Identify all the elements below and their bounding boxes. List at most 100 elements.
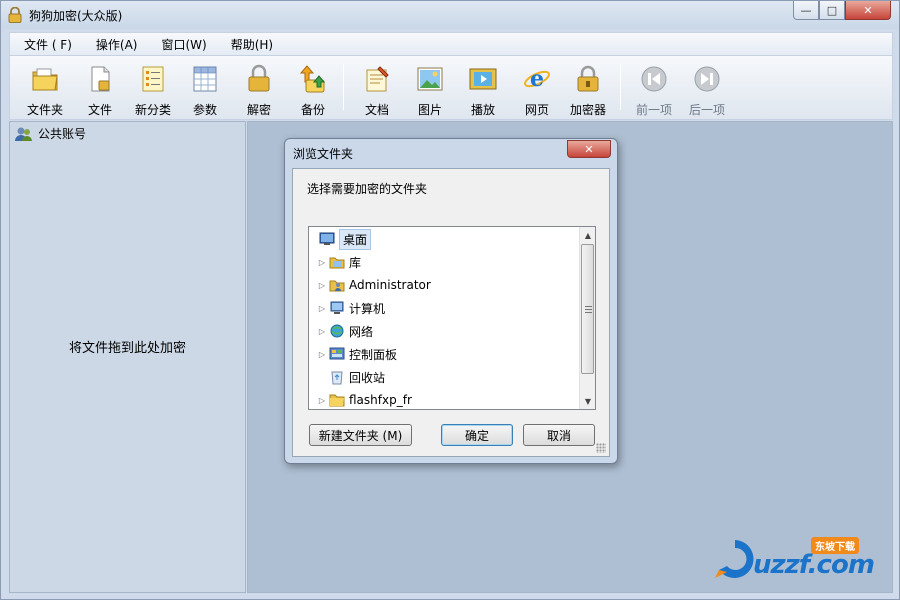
- next-icon: [694, 66, 720, 92]
- window-controls: — □ ✕: [793, 1, 891, 20]
- file-icon: [91, 66, 110, 92]
- toolbar-prev-label: 前一项: [635, 103, 672, 117]
- tree-item-administrator[interactable]: ▷ Administrator: [317, 275, 431, 295]
- toolbar-file-button[interactable]: 文件: [73, 62, 127, 117]
- scroll-thumb[interactable]: [581, 244, 594, 374]
- users-icon: [15, 127, 32, 141]
- lock-icon: [577, 65, 599, 92]
- library-icon: [329, 257, 345, 269]
- toolbar-next-label: 后一项: [688, 103, 725, 117]
- close-button[interactable]: ✕: [845, 1, 891, 20]
- toolbar-play-button[interactable]: 播放: [456, 62, 510, 117]
- expand-arrow-icon[interactable]: ▷: [317, 327, 327, 336]
- menu-help[interactable]: 帮助(H): [217, 36, 283, 53]
- toolbar-web-button[interactable]: e 网页: [510, 62, 564, 117]
- tree-item-label: flashfxp_fr: [349, 393, 412, 407]
- public-account-label: 公共账号: [38, 127, 87, 141]
- account-panel[interactable]: 公共账号 将文件拖到此处加密: [9, 121, 246, 593]
- toolbar-prev-button[interactable]: 前一项: [627, 62, 681, 117]
- toolbar: 文件夹 文件 新分类 参数 解密 备份 文档 图片 播放 e 网页 加密器 前一…: [9, 56, 893, 120]
- user-folder-icon: [329, 280, 345, 292]
- expand-arrow-icon[interactable]: ▷: [317, 281, 327, 290]
- ok-button[interactable]: 确定: [441, 424, 513, 446]
- desktop-icon: [319, 232, 335, 245]
- resize-grip-icon[interactable]: [596, 443, 606, 453]
- toolbar-document-label: 文档: [364, 103, 389, 117]
- scroll-up-icon[interactable]: ▲: [580, 227, 595, 243]
- watermark-logo: 东坡下载 uzzf.com: [713, 536, 895, 586]
- public-account-item[interactable]: 公共账号: [14, 125, 86, 142]
- toolbar-new-category-button[interactable]: 新分类: [126, 62, 180, 117]
- folder-tree[interactable]: 桌面 ▷ 库 ▷ Administrator ▷ 计算机 ▷ 网络 ▷ 控制面板…: [308, 226, 596, 410]
- app-lock-icon: [8, 7, 22, 23]
- toolbar-folder-button[interactable]: 文件夹: [18, 62, 72, 117]
- toolbar-next-button[interactable]: 后一项: [680, 62, 734, 117]
- picture-icon: [417, 67, 443, 91]
- toolbar-web-label: 网页: [524, 103, 549, 117]
- toolbar-picture-button[interactable]: 图片: [403, 62, 457, 117]
- new-folder-button[interactable]: 新建文件夹 (M): [309, 424, 412, 446]
- prev-icon: [641, 66, 667, 92]
- toolbar-file-label: 文件: [87, 103, 112, 117]
- toolbar-play-label: 播放: [470, 103, 495, 117]
- tree-item-label: 网络: [349, 324, 374, 339]
- toolbar-settings-label: 参数: [192, 103, 217, 117]
- tree-item-computer[interactable]: ▷ 计算机: [317, 298, 385, 318]
- browse-folder-dialog: 浏览文件夹 ✕ 选择需要加密的文件夹 桌面 ▷ 库 ▷ Administrato…: [284, 138, 618, 464]
- document-icon: [366, 66, 389, 92]
- tree-item-recycle-bin[interactable]: 回收站: [327, 367, 385, 387]
- menu-file[interactable]: 文件 ( F): [10, 36, 82, 53]
- title-bar[interactable]: 狗狗加密(大众版) — □ ✕: [1, 1, 899, 29]
- tree-item-library[interactable]: ▷ 库: [317, 252, 361, 272]
- toolbar-encryptor-button[interactable]: 加密器: [561, 62, 615, 117]
- toolbar-decrypt-button[interactable]: 解密: [232, 62, 286, 117]
- scroll-down-icon[interactable]: ▼: [580, 393, 595, 409]
- menu-operation[interactable]: 操作(A): [82, 36, 148, 53]
- tree-item-label: 计算机: [349, 301, 386, 316]
- window-title: 狗狗加密(大众版): [29, 9, 123, 23]
- tree-item-control-panel[interactable]: ▷ 控制面板: [317, 344, 397, 364]
- expand-arrow-icon[interactable]: ▷: [317, 258, 327, 267]
- network-icon: [330, 324, 344, 338]
- tree-item-flashfxp[interactable]: ▷ flashfxp_fr: [317, 390, 412, 409]
- menu-bar: 文件 ( F) 操作(A) 窗口(W) 帮助(H): [9, 32, 893, 56]
- play-icon: [469, 68, 497, 90]
- expand-arrow-icon[interactable]: ▷: [317, 350, 327, 359]
- minimize-button[interactable]: —: [793, 1, 819, 20]
- tree-item-label: 桌面: [339, 228, 372, 250]
- toolbar-encryptor-label: 加密器: [569, 103, 606, 117]
- settings-icon: [193, 66, 217, 92]
- watermark-swoosh-icon: [715, 540, 754, 578]
- main-window: 狗狗加密(大众版) — □ ✕ 文件 ( F) 操作(A) 窗口(W) 帮助(H…: [0, 0, 900, 600]
- ie-icon: e: [524, 66, 550, 92]
- dialog-description: 选择需要加密的文件夹: [307, 182, 428, 196]
- expand-arrow-icon[interactable]: ▷: [317, 396, 327, 405]
- toolbar-settings-button[interactable]: 参数: [178, 62, 232, 117]
- cancel-button[interactable]: 取消: [523, 424, 595, 446]
- toolbar-picture-label: 图片: [417, 103, 442, 117]
- tree-item-label: 库: [349, 255, 362, 270]
- toolbar-decrypt-label: 解密: [246, 103, 271, 117]
- backup-icon: [299, 65, 326, 93]
- drop-hint: 将文件拖到此处加密: [68, 341, 186, 356]
- dialog-close-button[interactable]: ✕: [567, 140, 611, 158]
- watermark-text: uzzf.com: [753, 550, 875, 580]
- recycle-bin-icon: [331, 371, 343, 385]
- tree-item-desktop[interactable]: 桌面: [317, 228, 372, 250]
- maximize-button[interactable]: □: [819, 1, 845, 20]
- menu-window[interactable]: 窗口(W): [147, 36, 216, 53]
- tree-item-network[interactable]: ▷ 网络: [317, 321, 373, 341]
- tree-item-label: Administrator: [349, 278, 431, 292]
- computer-icon: [330, 301, 344, 314]
- close-icon: ✕: [584, 142, 594, 156]
- tree-scrollbar[interactable]: ▲ ▼: [579, 227, 595, 409]
- folder-icon: [329, 394, 345, 407]
- toolbar-backup-button[interactable]: 备份: [286, 62, 340, 117]
- svg-text:e: e: [530, 66, 544, 92]
- toolbar-folder-label: 文件夹: [26, 103, 63, 117]
- tree-item-label: 控制面板: [349, 347, 398, 362]
- expand-arrow-icon[interactable]: ▷: [317, 304, 327, 313]
- toolbar-document-button[interactable]: 文档: [350, 62, 404, 117]
- new-category-icon: [142, 66, 164, 92]
- toolbar-new-category-label: 新分类: [134, 103, 171, 117]
